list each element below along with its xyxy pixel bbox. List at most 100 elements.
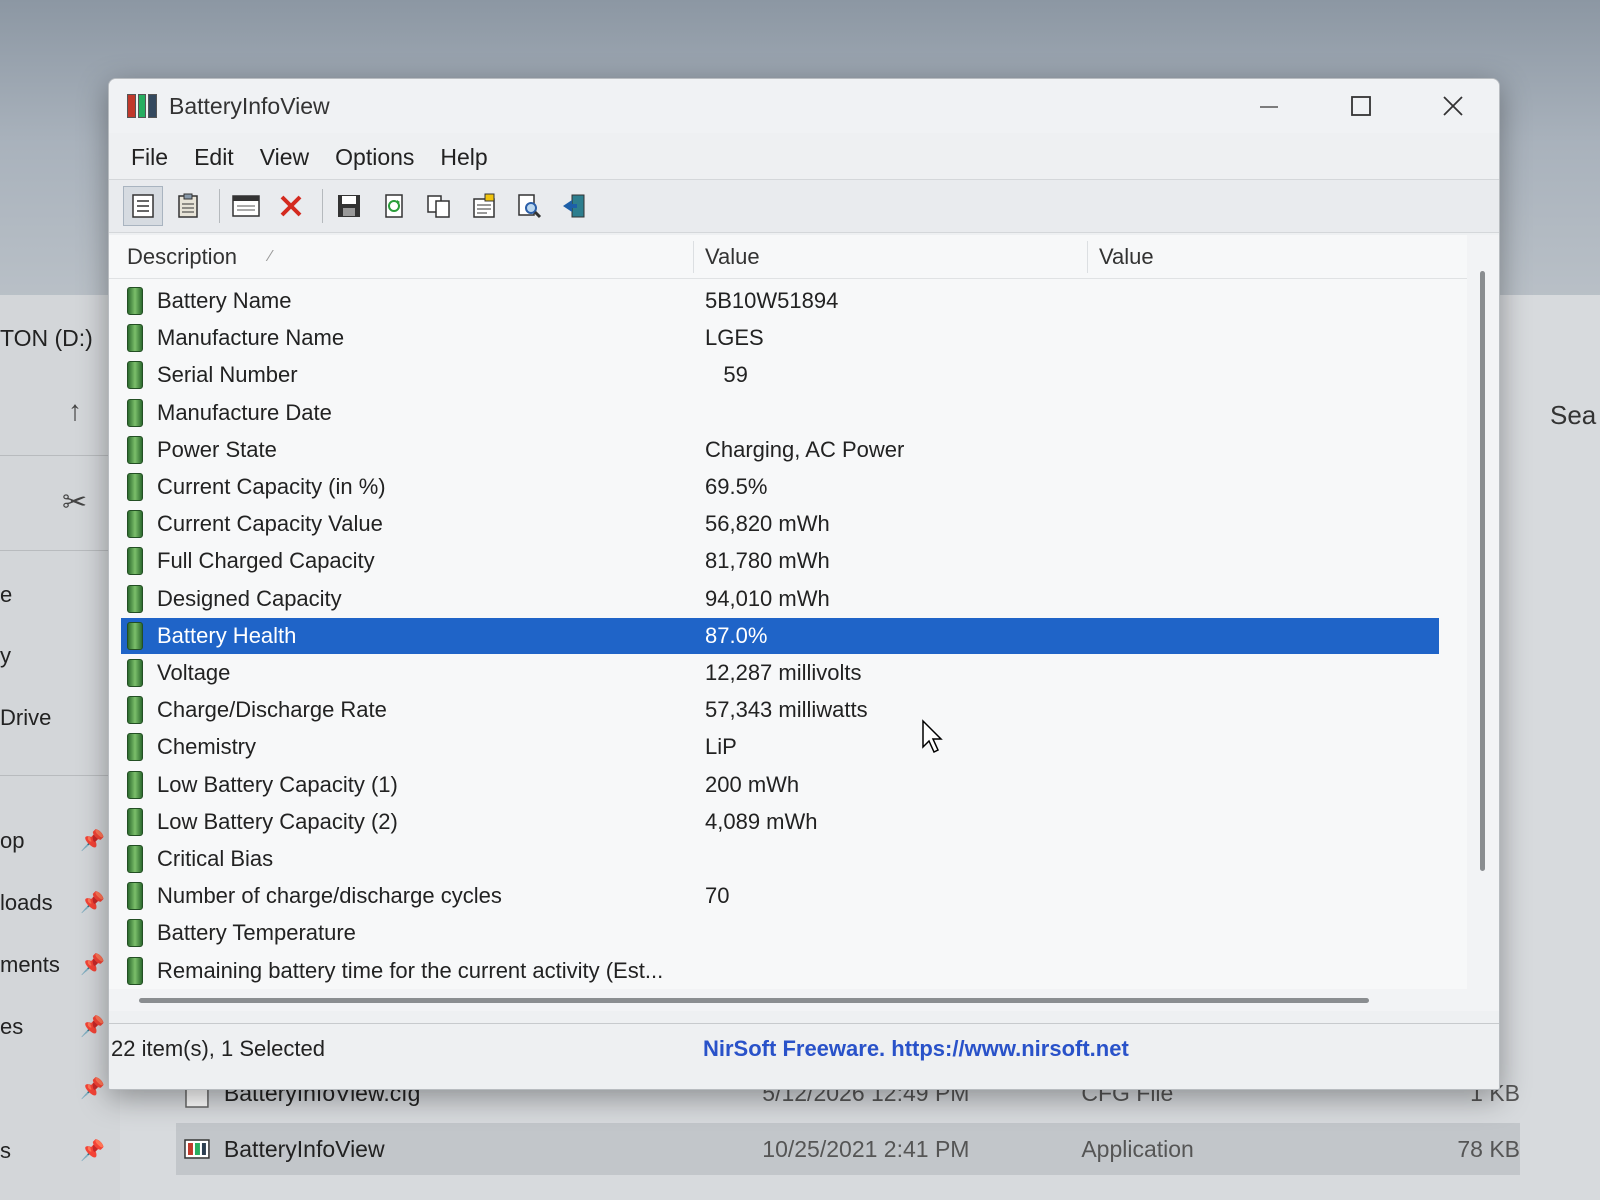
file-type: Application: [1081, 1135, 1194, 1162]
html-report-button[interactable]: [226, 186, 266, 226]
list-row[interactable]: Remaining battery time for the current a…: [121, 953, 1439, 989]
row-value: 4,089 mWh: [705, 808, 818, 834]
row-description: Manufacture Name: [157, 325, 345, 351]
nav-item[interactable]: s: [0, 1138, 11, 1164]
nav-item[interactable]: y: [0, 643, 11, 669]
search-box-partial[interactable]: Sea: [1550, 400, 1596, 431]
menu-edit[interactable]: Edit: [194, 144, 234, 171]
menu-view[interactable]: View: [260, 144, 309, 171]
row-value: 59: [705, 362, 748, 388]
exit-button[interactable]: [554, 186, 594, 226]
nav-item[interactable]: Drive: [0, 705, 51, 731]
list-row[interactable]: Designed Capacity 94,010 mWh: [121, 581, 1439, 617]
menu-options[interactable]: Options: [335, 144, 414, 171]
app-icon: [127, 94, 158, 118]
row-value: 56,820 mWh: [705, 511, 830, 537]
list-row[interactable]: Current Capacity (in %) 69.5%: [121, 469, 1439, 505]
list-row[interactable]: Number of charge/discharge cycles 70: [121, 878, 1439, 914]
row-value: Charging, AC Power: [705, 436, 905, 462]
row-value: LiP: [705, 734, 737, 760]
list-view-icon: [132, 194, 154, 218]
properties-icon: [473, 193, 495, 218]
save-button[interactable]: [329, 186, 369, 226]
nav-item[interactable]: op: [0, 828, 24, 854]
close-button[interactable]: [1407, 79, 1499, 133]
file-size: 78 KB: [1457, 1135, 1520, 1162]
list-row-selected[interactable]: Battery Health 87.0%: [121, 617, 1439, 654]
list-row[interactable]: Critical Bias: [121, 841, 1439, 877]
find-button[interactable]: [509, 186, 549, 226]
battery-icon: [127, 473, 143, 501]
row-description: Low Battery Capacity (1): [157, 771, 398, 797]
toolbar: [109, 179, 1499, 233]
properties-button[interactable]: [464, 186, 504, 226]
column-header-value[interactable]: Value: [705, 244, 760, 270]
battery-info-list[interactable]: Description ⁄ Value Value Battery Name 5B…: [109, 235, 1469, 1011]
pin-icon: 📌: [80, 1078, 105, 1100]
row-description: Battery Health: [157, 622, 297, 648]
nav-item[interactable]: loads: [0, 890, 53, 916]
find-icon: [518, 194, 542, 219]
row-value: 87.0%: [705, 622, 768, 648]
battery-icon: [127, 324, 143, 353]
list-row[interactable]: Manufacture Name LGES: [121, 320, 1439, 356]
status-bar: 22 item(s), 1 Selected NirSoft Freeware.…: [109, 1023, 1499, 1073]
pin-icon: 📌: [80, 1016, 105, 1038]
column-header-value-2[interactable]: Value: [1099, 244, 1154, 270]
scissors-icon[interactable]: ✂: [62, 485, 87, 520]
row-description: Remaining battery time for the current a…: [157, 957, 664, 983]
list-row[interactable]: Full Charged Capacity 81,780 mWh: [121, 543, 1439, 579]
menu-help[interactable]: Help: [440, 144, 487, 171]
battery-icon: [127, 584, 143, 613]
list-row[interactable]: Battery Temperature: [121, 915, 1439, 951]
up-arrow-icon[interactable]: ↑: [68, 395, 82, 427]
file-name: BatteryInfoView: [223, 1135, 385, 1162]
list-row[interactable]: Low Battery Capacity (1) 200 mWh: [121, 767, 1439, 803]
list-row[interactable]: Manufacture Date: [121, 395, 1439, 431]
row-value: 57,343 milliwatts: [705, 697, 868, 723]
pin-icon: 📌: [80, 1140, 105, 1162]
battery-icon: [127, 510, 143, 539]
maximize-button[interactable]: [1315, 79, 1407, 133]
list-row[interactable]: Battery Name 5B10W51894: [121, 283, 1439, 319]
delete-button[interactable]: [271, 186, 311, 226]
list-row[interactable]: Chemistry LiP: [121, 729, 1439, 765]
maximize-icon: [1351, 96, 1371, 116]
drive-label[interactable]: TON (D:): [0, 325, 93, 352]
refresh-icon: [385, 194, 403, 218]
battery-icon: [127, 621, 143, 650]
row-value: 81,780 mWh: [705, 548, 830, 574]
nav-item[interactable]: ments: [0, 952, 60, 978]
window-icon: [232, 195, 260, 217]
row-description: Current Capacity (in %): [157, 474, 386, 499]
save-icon: [338, 195, 360, 217]
battery-icon: [127, 882, 143, 911]
row-description: Chemistry: [157, 734, 257, 760]
column-header-description[interactable]: Description: [127, 244, 237, 270]
nav-item[interactable]: e: [0, 582, 12, 608]
list-row[interactable]: Current Capacity Value 56,820 mWh: [121, 506, 1439, 542]
list-row[interactable]: Voltage 12,287 millivolts: [121, 655, 1439, 691]
horizontal-scrollbar[interactable]: [109, 989, 1469, 1011]
list-row[interactable]: Charge/Discharge Rate 57,343 milliwatts: [121, 692, 1439, 728]
list-row[interactable]: Power State Charging, AC Power: [121, 432, 1439, 468]
copy-icon: [427, 195, 450, 218]
copy-button[interactable]: [419, 186, 459, 226]
refresh-button[interactable]: [374, 186, 414, 226]
file-row-selected[interactable]: BatteryInfoView 10/25/2021 2:41 PM Appli…: [176, 1123, 1520, 1175]
list-row[interactable]: Low Battery Capacity (2) 4,089 mWh: [121, 804, 1439, 840]
nav-item[interactable]: es: [0, 1014, 23, 1040]
pin-icon: 📌: [80, 830, 105, 852]
horizontal-scroll-thumb[interactable]: [139, 998, 1369, 1003]
vertical-scroll-thumb[interactable]: [1480, 271, 1485, 871]
list-row[interactable]: Serial Number 59: [121, 357, 1439, 393]
list-view-button[interactable]: [123, 186, 163, 226]
minimize-button[interactable]: [1223, 79, 1315, 133]
menu-file[interactable]: File: [131, 144, 168, 171]
list-header: Description ⁄ Value Value: [109, 235, 1469, 279]
title-bar[interactable]: BatteryInfoView: [109, 79, 1499, 133]
nirsoft-link[interactable]: NirSoft Freeware. https://www.nirsoft.ne…: [703, 1036, 1129, 1062]
clipboard-button[interactable]: [168, 186, 208, 226]
vertical-scrollbar[interactable]: [1467, 235, 1499, 1011]
battery-icon: [127, 956, 143, 985]
